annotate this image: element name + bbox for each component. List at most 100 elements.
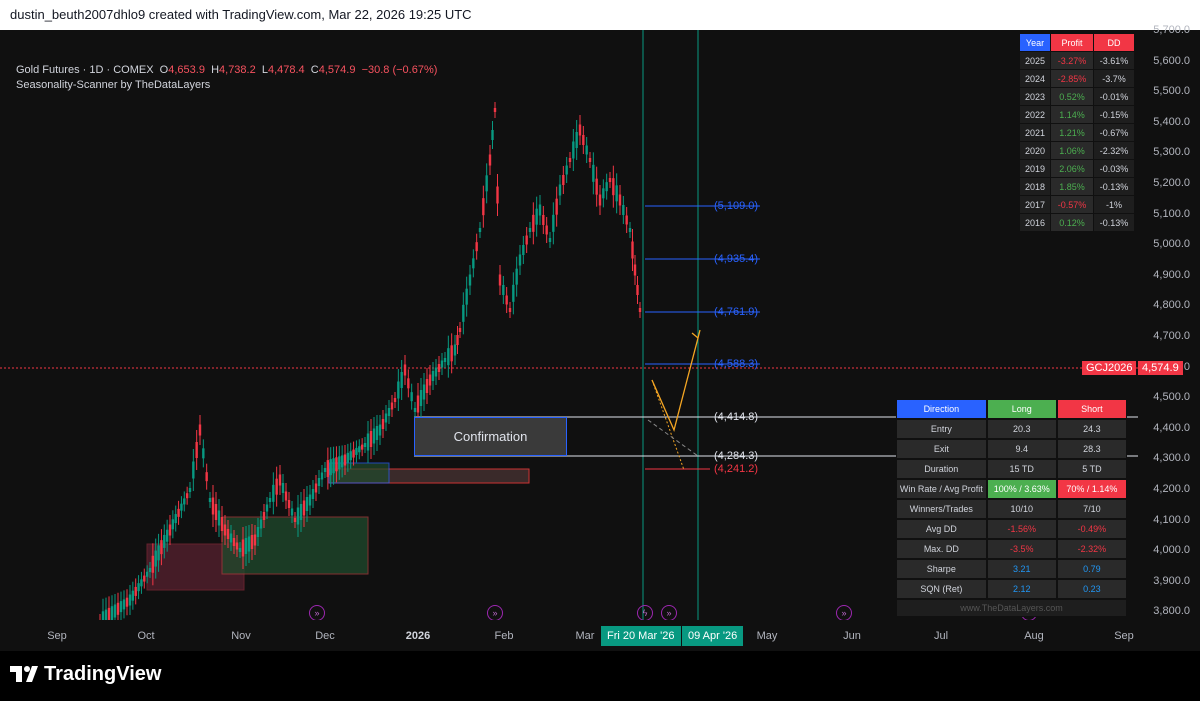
profit-cell: -2.85% [1050, 69, 1094, 88]
candle-body [525, 235, 528, 245]
candle-body [538, 204, 542, 216]
stats-row: Win Rate / Avg Profit 100% / 3.63% 70% / 1… [896, 479, 1128, 499]
time-highlight-end: 09 Apr '26 [682, 626, 744, 646]
stats-long: -1.56% [986, 519, 1057, 539]
attribution-text: dustin_beuth2007dhlo9 created with Tradi… [10, 7, 472, 22]
stats-label: Win Rate / Avg Profit [896, 479, 987, 499]
price-tick: 4,400.0 [1153, 421, 1190, 434]
open-value: 4,653.9 [168, 64, 205, 76]
lightning-icon[interactable]: ϟ [637, 605, 653, 621]
candle-body [453, 344, 457, 356]
indicator-name[interactable]: Seasonality-Scanner by TheDataLayers [16, 78, 437, 93]
confirmation-box[interactable]: Confirmation [414, 417, 567, 456]
candle-body [407, 378, 410, 389]
stats-header-long: Long [986, 399, 1057, 419]
candle-body [425, 379, 429, 393]
candle-body [229, 533, 233, 543]
year-cell: 2019 [1019, 159, 1051, 178]
candle-body [568, 158, 572, 162]
candle-body [369, 431, 373, 447]
price-axis[interactable]: 5,700.0 5,600.0 5,500.0 5,400.0 5,300.0 5,200… [1138, 24, 1200, 626]
tradingview-logo[interactable]: TradingView [10, 663, 161, 686]
event-icon[interactable]: » [661, 605, 677, 621]
dd-cell: -0.13% [1093, 177, 1135, 196]
dd-cell: -1% [1093, 195, 1135, 214]
candle-body [485, 175, 488, 192]
candle-body [598, 194, 602, 206]
tradingview-logo-icon [10, 665, 38, 682]
level-label: (4,588.3) [714, 358, 759, 370]
level-label: (4,284.3) [714, 450, 759, 462]
candle-body [628, 228, 632, 232]
candle-body [265, 504, 269, 512]
candle-body [478, 228, 482, 232]
seasonality-row: 2023 0.52% -0.01% [1019, 87, 1135, 106]
candle-body [314, 483, 318, 493]
stats-row: Duration 15 TD 5 TD [896, 459, 1128, 479]
candle-body [422, 384, 426, 400]
profit-cell: 0.52% [1050, 87, 1094, 106]
candle-body [375, 426, 379, 440]
stats-row: Max. DD -3.5% -2.32% [896, 539, 1128, 559]
candle-body [413, 408, 417, 412]
level-label: (4,761.9) [714, 306, 759, 318]
candle-body [278, 474, 282, 486]
candle-body [188, 488, 192, 492]
candle-body [185, 493, 189, 499]
level-label: (4,241.2) [714, 463, 759, 475]
candle-body [468, 274, 472, 286]
candle-body [168, 524, 172, 536]
candle-body [338, 456, 341, 470]
candle-body [211, 497, 215, 515]
time-tick: Sep [1114, 630, 1134, 642]
candle-body [622, 205, 625, 215]
price-tick: 5,600.0 [1153, 54, 1190, 67]
candle-body [259, 519, 263, 529]
candle-body [284, 491, 288, 501]
candle-body [148, 568, 152, 572]
time-axis[interactable]: Sep Oct Nov Dec 2026 Feb Mar May Jun Jul Aug Sep [0, 620, 1200, 650]
footer-bar: TradingView [0, 651, 1200, 701]
candle-body [143, 575, 146, 582]
stats-label: SQN (Ret) [896, 579, 987, 599]
stats-label: Exit [896, 439, 987, 459]
seasonality-row: 2019 2.06% -0.03% [1019, 159, 1135, 178]
candle-body [256, 527, 260, 537]
candle-body [482, 198, 485, 216]
candle-body [355, 447, 358, 455]
stats-long: -3.5% [986, 539, 1057, 559]
candle-body [154, 550, 157, 567]
candle-body [137, 583, 140, 592]
candle-body [387, 408, 391, 416]
candle-body [558, 184, 562, 196]
candle-body [352, 449, 355, 458]
dd-cell: -2.32% [1093, 141, 1135, 160]
stats-footer: www.TheDataLayers.com [896, 599, 1127, 617]
candle-body [548, 238, 552, 242]
candle-body [493, 108, 497, 112]
dd-cell: -3.7% [1093, 69, 1135, 88]
stats-label: Sharpe [896, 559, 987, 579]
candle-body [381, 419, 385, 429]
candle-body [578, 124, 582, 136]
stats-row: SQN (Ret) 2.12 0.23 [896, 579, 1128, 599]
stats-long: 3.21 [986, 559, 1057, 579]
candle-body [393, 398, 397, 402]
seasonality-row: 2020 1.06% -2.32% [1019, 141, 1135, 160]
candle-body [602, 188, 605, 199]
stats-long: 9.4 [986, 439, 1057, 459]
candle-body [202, 448, 205, 459]
candle-body [472, 258, 475, 269]
event-icon[interactable]: » [836, 605, 852, 621]
candle-body [244, 538, 248, 554]
symbol-label: Gold Futures · 1D · COMEX [16, 64, 154, 76]
candle-body [615, 185, 618, 202]
event-icon[interactable]: » [309, 605, 325, 621]
candle-body [447, 348, 450, 366]
stats-table: Direction Long Short Entry 20.3 24.3 Exit 9.… [896, 399, 1128, 617]
candle-body [434, 367, 438, 377]
candle-body [542, 215, 545, 225]
seasonality-row: 2021 1.21% -0.67% [1019, 123, 1135, 142]
dd-cell: -0.03% [1093, 159, 1135, 178]
event-icon[interactable]: » [487, 605, 503, 621]
